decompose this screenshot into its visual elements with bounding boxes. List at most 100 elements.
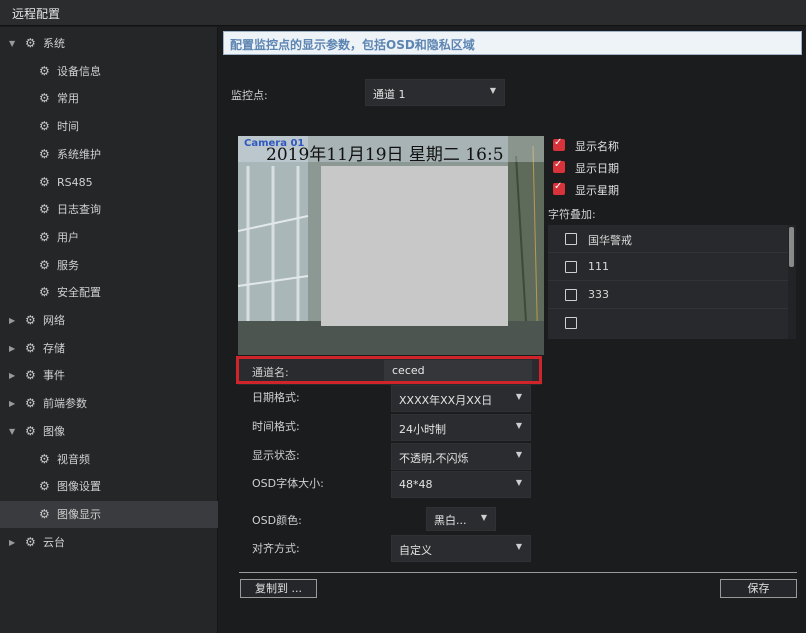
sidebar-item[interactable]: ⚙ 时间 (0, 113, 218, 140)
gear-icon: ⚙ (39, 451, 50, 466)
font-size-select[interactable]: 48*48 ▼ (391, 471, 531, 498)
overlay-item[interactable]: 333 (548, 281, 788, 309)
sidebar-item[interactable]: ⚙ 用户 (0, 224, 218, 251)
show-name-checkbox[interactable]: 显示名称 (553, 137, 673, 153)
gear-icon: ⚙ (25, 534, 36, 549)
display-state-label: 显示状态: (252, 449, 300, 462)
gear-icon: ⚙ (39, 479, 50, 494)
overlay-item-text: 国华警戒 (588, 234, 632, 247)
show-week-checkbox[interactable]: 显示星期 (553, 181, 673, 197)
sidebar-item-label: RS485 (57, 175, 93, 189)
gear-icon: ⚙ (25, 340, 36, 355)
gear-icon: ⚙ (39, 63, 50, 78)
sidebar-item-label: 时间 (57, 120, 79, 134)
chevron-right-icon[interactable]: ▶ (9, 362, 15, 389)
sidebar-item[interactable]: ⚙ RS485 (0, 169, 218, 196)
sidebar-item-label: 图像显示 (57, 507, 101, 521)
overlay-item[interactable]: 111 (548, 253, 788, 281)
overlay-item[interactable] (548, 309, 788, 337)
sidebar-item-label: 系统 (43, 37, 65, 50)
sidebar-item[interactable]: ⚙ 安全配置 (0, 279, 218, 306)
color-select[interactable]: 黑白... ▼ (426, 507, 496, 531)
sidebar-item-label: 前端参数 (43, 397, 87, 411)
show-date-checkbox[interactable]: 显示日期 (553, 159, 673, 175)
gear-icon: ⚙ (39, 285, 50, 300)
color-value: 黑白... (434, 514, 467, 527)
gear-icon: ⚙ (39, 229, 50, 244)
date-format-label: 日期格式: (252, 391, 300, 404)
gear-icon: ⚙ (39, 91, 50, 106)
divider (239, 572, 797, 573)
monitor-label: 监控点: (231, 89, 268, 102)
chevron-down-icon[interactable]: ▼ (9, 30, 15, 57)
show-name-label: 显示名称 (575, 140, 619, 153)
sidebar-item-label: 设备信息 (57, 64, 101, 78)
gear-icon: ⚙ (25, 423, 36, 438)
chevron-right-icon[interactable]: ▶ (9, 390, 15, 417)
gear-icon: ⚙ (39, 119, 50, 134)
gear-icon: ⚙ (39, 506, 50, 521)
display-state-select[interactable]: 不透明,不闪烁 ▼ (391, 443, 531, 470)
sidebar-item[interactable]: ⚙ 视音频 (0, 446, 218, 473)
overlay-item-text: 333 (588, 288, 609, 301)
sidebar-item[interactable]: ▶ ⚙ 云台 (0, 529, 218, 556)
align-label: 对齐方式: (252, 542, 300, 555)
sidebar-item-label: 日志查询 (57, 203, 101, 217)
chevron-down-icon[interactable]: ▼ (9, 418, 15, 445)
save-button[interactable]: 保存 (720, 579, 797, 598)
time-format-select[interactable]: 24小时制 ▼ (391, 414, 531, 441)
checkbox-checked-icon (553, 181, 565, 195)
scrollbar-thumb[interactable] (789, 227, 794, 267)
sidebar-item[interactable]: ▼ ⚙ 系统 (0, 30, 218, 57)
monitor-select[interactable]: 通道 1 ▼ (365, 79, 505, 106)
gear-icon: ⚙ (25, 368, 36, 383)
sidebar: ▼ ⚙ 系统 ⚙ 设备信息 ⚙ 常用 ⚙ 时间 ⚙ 系统维护 ⚙ RS485 ⚙ 日志查询 ⚙ 用户 ⚙ 服务 ⚙ 安全… (0, 27, 218, 633)
chevron-down-icon: ▼ (515, 392, 522, 401)
gear-icon: ⚙ (25, 36, 36, 50)
sidebar-item[interactable]: ▶ ⚙ 存储 (0, 335, 218, 362)
privacy-mask[interactable] (321, 166, 508, 326)
overlay-item-text: 111 (588, 260, 609, 273)
checkbox-icon (565, 233, 577, 245)
chevron-down-icon: ▼ (515, 421, 522, 430)
chevron-right-icon[interactable]: ▶ (9, 335, 15, 362)
sidebar-item[interactable]: ⚙ 设备信息 (0, 58, 218, 85)
overlay-list: 国华警戒 111 333 (548, 225, 796, 339)
chevron-right-icon[interactable]: ▶ (9, 307, 15, 334)
sidebar-item[interactable]: ▶ ⚙ 前端参数 (0, 390, 218, 417)
display-state-value: 不透明,不闪烁 (399, 452, 469, 465)
font-size-label: OSD字体大小: (252, 477, 324, 490)
main-panel: 配置监控点的显示参数，包括OSD和隐私区域 监控点: 通道 1 ▼ Camera… (219, 27, 806, 633)
sidebar-item[interactable]: ▶ ⚙ 事件 (0, 362, 218, 389)
highlight-box (236, 356, 542, 384)
checkbox-icon (565, 289, 577, 301)
chevron-down-icon: ▼ (489, 86, 496, 95)
sidebar-item[interactable]: ⚙ 图像设置 (0, 473, 218, 500)
sidebar-item[interactable]: ⚙ 系统维护 (0, 141, 218, 168)
font-size-value: 48*48 (399, 478, 433, 491)
sidebar-item[interactable]: ▼ ⚙ 图像 (0, 418, 218, 445)
overlay-label: 字符叠加: (548, 208, 596, 221)
date-format-select[interactable]: XXXX年XX月XX日 ▼ (391, 385, 531, 412)
copy-to-button[interactable]: 复制到 ... (240, 579, 317, 598)
sidebar-item[interactable]: ⚙ 日志查询 (0, 196, 218, 223)
sidebar-item[interactable]: ⚙ 图像显示 (0, 500, 218, 528)
sidebar-item-label: 系统维护 (57, 147, 101, 161)
sidebar-item[interactable]: ⚙ 服务 (0, 252, 218, 279)
sidebar-item[interactable]: ▶ ⚙ 网络 (0, 307, 218, 334)
chevron-right-icon[interactable]: ▶ (9, 529, 15, 556)
sidebar-item-label: 用户 (57, 230, 79, 244)
video-preview[interactable]: Camera 01 2019年11月19日 星期二 16:5 (238, 136, 544, 355)
overlay-scrollbar[interactable] (788, 225, 796, 339)
sidebar-item-label: 常用 (57, 92, 79, 106)
sidebar-item-label: 事件 (43, 369, 65, 383)
sidebar-item-label: 图像 (43, 424, 65, 438)
align-select[interactable]: 自定义 ▼ (391, 535, 531, 562)
window-title: 远程配置 (12, 7, 61, 21)
time-format-value: 24小时制 (399, 423, 446, 436)
overlay-item[interactable]: 国华警戒 (548, 225, 788, 253)
sidebar-item[interactable]: ⚙ 常用 (0, 85, 218, 112)
sidebar-item-label: 服务 (57, 258, 79, 272)
sidebar-item-label: 云台 (43, 535, 65, 549)
sidebar-item-label: 视音频 (57, 452, 90, 466)
